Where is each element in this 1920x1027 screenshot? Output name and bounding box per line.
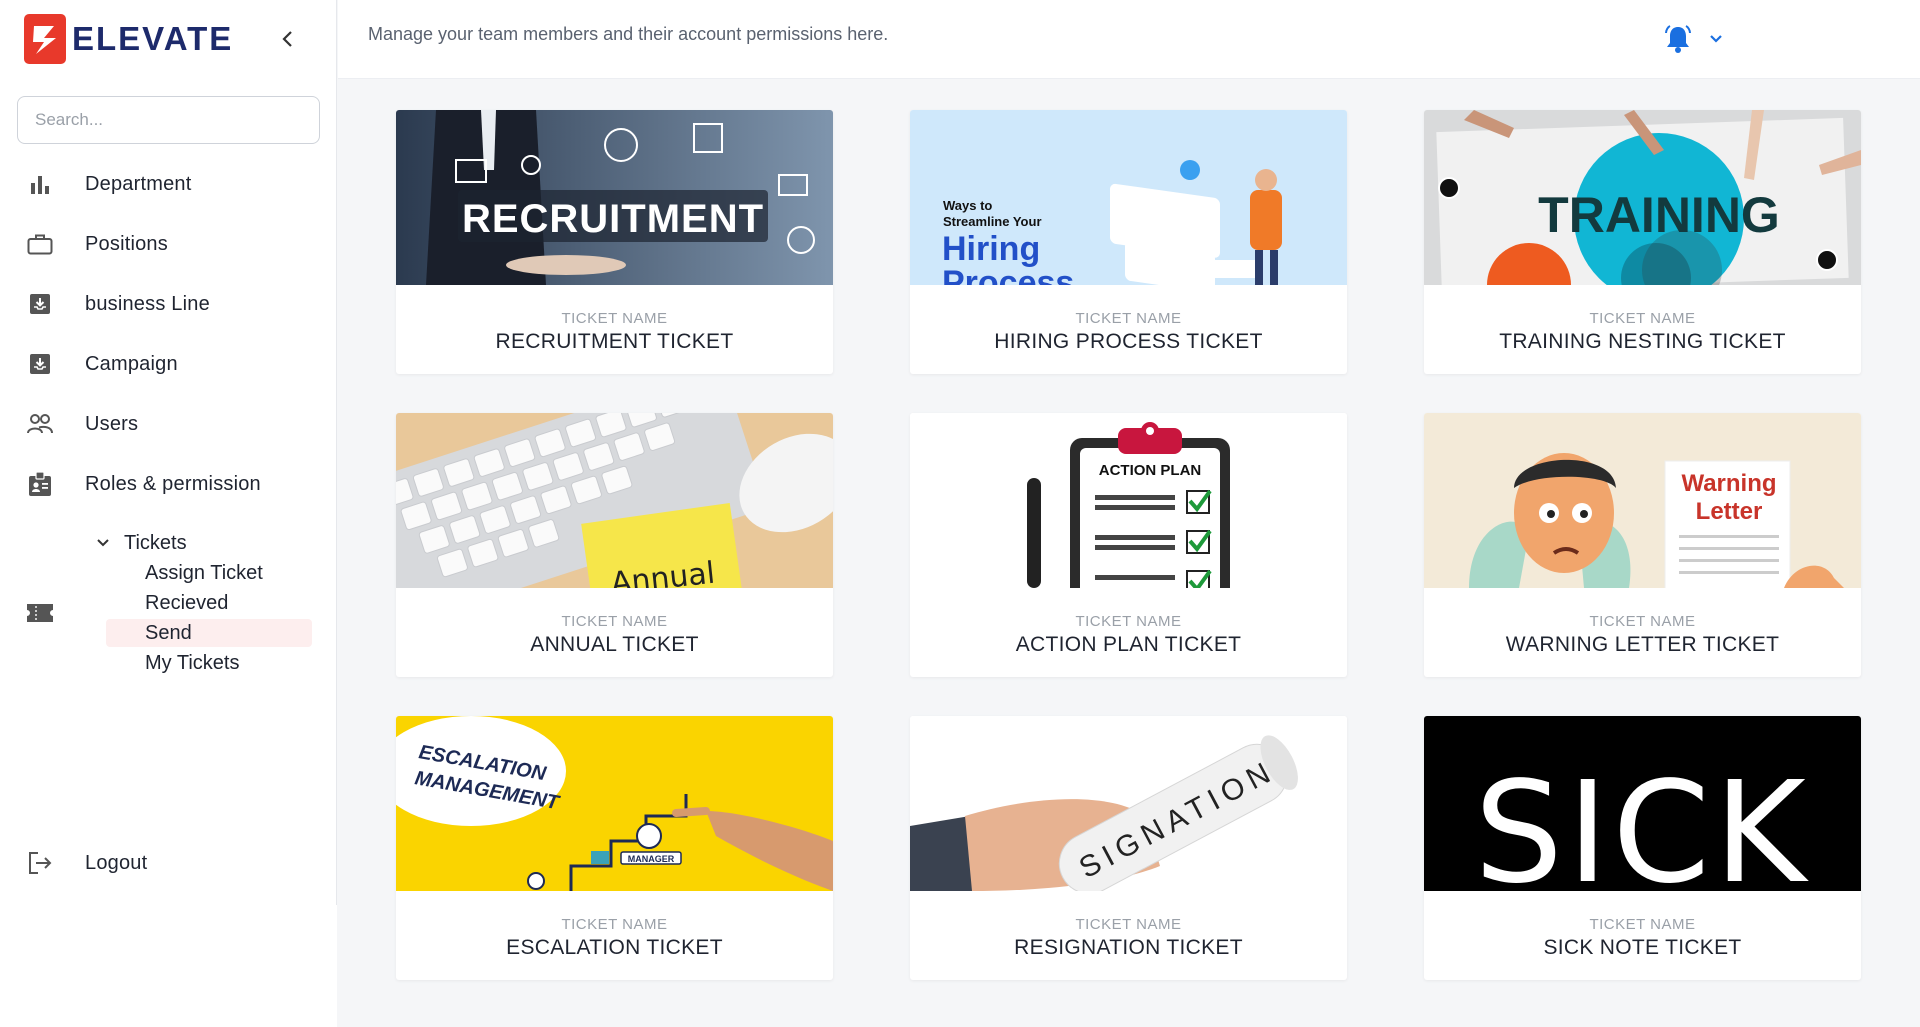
sidebar-item-business-line[interactable]: business Line — [0, 281, 337, 327]
card-title: WARNING LETTER TICKET — [1505, 633, 1780, 656]
ticket-card-annual[interactable]: Annual TICKET NAME ANNUAL TICKET — [396, 413, 833, 677]
briefcase-icon — [26, 230, 54, 258]
ticket-card-sick-note[interactable]: SICK TICKET NAME SICK NOTE TICKET — [1424, 716, 1861, 980]
svg-text:Warning: Warning — [1681, 470, 1776, 497]
ticket-card-action-plan[interactable]: ACTION PLAN TICKET NAME ACTION PLAN TICK… — [910, 413, 1347, 677]
sidebar-subitem-recieved[interactable]: Recieved — [106, 589, 312, 617]
sidebar-item-label: Positions — [85, 232, 168, 255]
card-title: TRAINING NESTING TICKET — [1499, 330, 1786, 353]
hiring-process-image: Ways to Streamline Your Hiring Process — [910, 110, 1347, 285]
training-image-text: TRAINING — [1538, 187, 1780, 243]
sidebar-item-label: Users — [85, 412, 139, 435]
inbox-download-icon — [26, 290, 54, 318]
recruitment-image: RECRUITMENT — [396, 110, 833, 285]
training-image: TRAINING — [1424, 110, 1861, 285]
logout-label: Logout — [85, 851, 148, 874]
app-logo[interactable]: ELEVATE — [24, 14, 233, 64]
sidebar-item-label: Department — [85, 172, 192, 195]
card-caption: TICKET NAME — [1075, 310, 1182, 327]
users-icon — [26, 410, 54, 438]
sick-image-text: SICK — [1474, 752, 1810, 891]
chevron-down-icon — [97, 539, 109, 547]
top-header: Manage your team members and their accou… — [338, 0, 1920, 79]
card-caption: TICKET NAME — [1589, 916, 1696, 933]
warning-letter-image: Warning Letter — [1424, 413, 1861, 588]
tickets-label: Tickets — [124, 531, 187, 554]
svg-text:Hiring: Hiring — [942, 230, 1040, 268]
card-caption: TICKET NAME — [1589, 613, 1696, 630]
resignation-image: SIGNATION — [910, 716, 1347, 891]
sick-image: SICK — [1424, 716, 1861, 891]
ticket-icon — [26, 602, 56, 626]
sidebar-item-label: Roles & permission — [85, 472, 261, 495]
sidebar-footer — [0, 905, 337, 1027]
search-input[interactable] — [17, 96, 320, 144]
action-plan-image: ACTION PLAN — [910, 413, 1347, 588]
svg-text:MANAGER: MANAGER — [628, 854, 675, 864]
ticket-card-resignation[interactable]: SIGNATION TICKET NAME RESIGNATION TICKET — [910, 716, 1347, 980]
card-caption: TICKET NAME — [561, 310, 668, 327]
card-caption: TICKET NAME — [561, 916, 668, 933]
ticket-card-escalation[interactable]: ESCALATION MANAGEMENT MANAGER TICKET NAM… — [396, 716, 833, 980]
sidebar-item-label: Campaign — [85, 352, 178, 375]
card-caption: TICKET NAME — [1075, 916, 1182, 933]
annual-image: Annual — [396, 413, 833, 588]
card-title: RESIGNATION TICKET — [1014, 936, 1243, 959]
logo-mark-icon — [24, 14, 66, 64]
logout-icon — [26, 849, 54, 877]
svg-text:Letter: Letter — [1696, 498, 1763, 525]
sidebar-item-positions[interactable]: Positions — [0, 221, 337, 267]
sidebar: ELEVATE Department Positions business Li… — [0, 0, 337, 905]
chevron-left-icon — [282, 31, 292, 47]
svg-text:Process: Process — [942, 264, 1074, 285]
ticket-card-hiring-process[interactable]: Ways to Streamline Your Hiring Process T… — [910, 110, 1347, 374]
card-title: HIRING PROCESS TICKET — [994, 330, 1263, 353]
sidebar-subitem-send[interactable]: Send — [106, 619, 312, 647]
notification-bell-icon[interactable] — [1663, 24, 1693, 54]
svg-text:Streamline Your: Streamline Your — [943, 214, 1042, 229]
card-caption: TICKET NAME — [561, 613, 668, 630]
bar-chart-icon — [26, 170, 54, 198]
logout-button[interactable]: Logout — [0, 840, 337, 886]
card-title: RECRUITMENT TICKET — [495, 330, 734, 353]
tickets-toggle[interactable]: Tickets — [96, 528, 187, 558]
id-badge-icon — [26, 470, 54, 498]
card-title: ACTION PLAN TICKET — [1015, 633, 1242, 656]
card-caption: TICKET NAME — [1075, 613, 1182, 630]
collapse-sidebar-button[interactable] — [276, 26, 298, 52]
escalation-image: ESCALATION MANAGEMENT MANAGER — [396, 716, 833, 891]
action-plan-image-text: ACTION PLAN — [1099, 462, 1202, 479]
card-title: ESCALATION TICKET — [506, 936, 723, 959]
card-caption: TICKET NAME — [1589, 310, 1696, 327]
sidebar-item-label: business Line — [85, 292, 210, 315]
brand-name: ELEVATE — [72, 20, 234, 57]
ticket-card-recruitment[interactable]: RECRUITMENT TICKET NAME RECRUITMENT TICK… — [396, 110, 833, 374]
chevron-down-icon[interactable] — [1706, 29, 1726, 49]
card-title: SICK NOTE TICKET — [1543, 936, 1742, 959]
sidebar-item-users[interactable]: Users — [0, 401, 337, 447]
ticket-card-training-nesting[interactable]: TRAINING TICKET NAME TRAINING NESTING TI… — [1424, 110, 1861, 374]
sidebar-subitem-my-tickets[interactable]: My Tickets — [106, 649, 312, 677]
inbox-download-icon — [26, 350, 54, 378]
page-subtitle: Manage your team members and their accou… — [368, 24, 889, 44]
sidebar-item-roles-permission[interactable]: Roles & permission — [0, 461, 337, 507]
ticket-card-warning-letter[interactable]: Warning Letter TICKET NAME WARNING LETTE… — [1424, 413, 1861, 677]
svg-text:Ways to: Ways to — [943, 198, 992, 213]
sidebar-item-department[interactable]: Department — [0, 161, 337, 207]
card-title: ANNUAL TICKET — [530, 633, 699, 656]
recruitment-image-text: RECRUITMENT — [462, 197, 764, 241]
sidebar-subitem-assign-ticket[interactable]: Assign Ticket — [106, 559, 312, 587]
sidebar-item-campaign[interactable]: Campaign — [0, 341, 337, 387]
